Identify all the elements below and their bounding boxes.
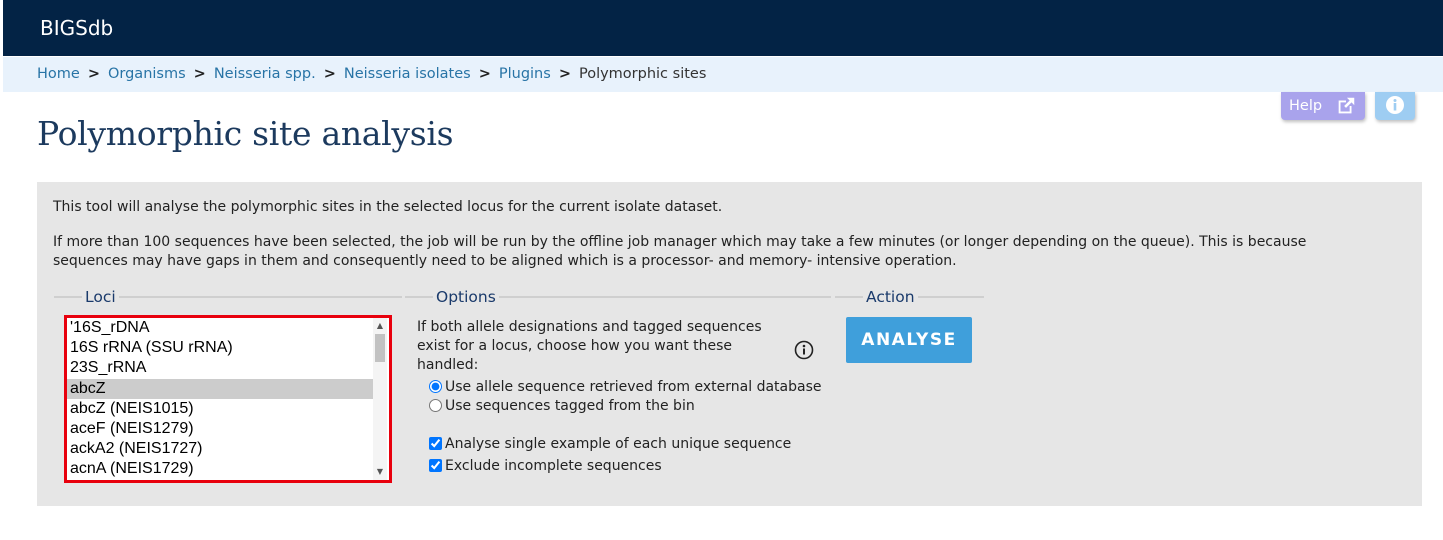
radio-use-allele-sequence[interactable]: Use allele sequence retrieved from exter… bbox=[429, 377, 821, 397]
breadcrumb-separator: > bbox=[323, 66, 336, 82]
list-scrollbar[interactable]: ▲ ▼ bbox=[373, 318, 387, 480]
locus-option[interactable]: 23S_rRNA bbox=[67, 358, 373, 378]
locus-option[interactable]: ackA2 (NEIS1727) bbox=[67, 439, 373, 459]
action-legend: Action bbox=[866, 288, 915, 306]
radio-input[interactable] bbox=[429, 399, 442, 412]
breadcrumb-plugins[interactable]: Plugins bbox=[499, 66, 551, 82]
breadcrumb-current: Polymorphic sites bbox=[578, 66, 707, 82]
info-icon bbox=[1386, 96, 1404, 114]
help-button[interactable]: Help bbox=[1281, 92, 1365, 120]
breadcrumb-separator: > bbox=[558, 66, 571, 82]
radio-input[interactable] bbox=[429, 380, 442, 393]
scroll-thumb[interactable] bbox=[375, 334, 385, 362]
external-link-icon bbox=[1338, 97, 1355, 114]
checkbox-exclude-incomplete[interactable]: Exclude incomplete sequences bbox=[429, 456, 662, 476]
breadcrumb-organisms[interactable]: Organisms bbox=[108, 66, 186, 82]
page-title: Polymorphic site analysis bbox=[37, 114, 454, 153]
top-navbar: BIGSdb bbox=[3, 0, 1443, 56]
scroll-up-arrow-icon[interactable]: ▲ bbox=[373, 320, 387, 332]
scroll-down-arrow-icon[interactable]: ▼ bbox=[373, 466, 387, 478]
locus-option[interactable]: aceF (NEIS1279) bbox=[67, 419, 373, 439]
plugin-panel: This tool will analyse the polymorphic s… bbox=[37, 182, 1422, 506]
locus-option[interactable]: 16S rRNA (SSU rRNA) bbox=[67, 338, 373, 358]
radio-label: Use sequences tagged from the bin bbox=[445, 398, 695, 414]
locus-option[interactable]: '16S_rDNA bbox=[67, 318, 373, 338]
checkbox-label: Exclude incomplete sequences bbox=[445, 458, 662, 474]
breadcrumb-neisseria-spp[interactable]: Neisseria spp. bbox=[214, 66, 316, 82]
locus-option[interactable]: acnA (NEIS1729) bbox=[67, 459, 373, 479]
app-brand[interactable]: BIGSdb bbox=[40, 16, 113, 40]
checkbox-unique-sequence[interactable]: Analyse single example of each unique se… bbox=[429, 434, 791, 454]
loci-legend: Loci bbox=[85, 288, 116, 306]
locus-option-selected[interactable]: abcZ bbox=[67, 378, 373, 399]
loci-select-list[interactable]: '16S_rDNA 16S rRNA (SSU rRNA) 23S_rRNA a… bbox=[64, 315, 392, 483]
radio-use-tagged-sequences[interactable]: Use sequences tagged from the bin bbox=[429, 396, 695, 416]
options-description: If both allele designations and tagged s… bbox=[417, 319, 762, 373]
breadcrumb: Home > Organisms > Neisseria spp. > Neisseria … bbox=[3, 57, 1443, 92]
checkbox-label: Analyse single example of each unique se… bbox=[445, 436, 792, 452]
analyse-button[interactable]: ANALYSE bbox=[846, 317, 972, 363]
breadcrumb-separator: > bbox=[87, 66, 100, 82]
intro-paragraph-2: If more than 100 sequences have been sel… bbox=[53, 234, 1307, 269]
radio-label: Use allele sequence retrieved from exter… bbox=[445, 379, 822, 395]
locus-option[interactable]: abcZ (NEIS1015) bbox=[67, 399, 373, 419]
checkbox-input[interactable] bbox=[429, 437, 442, 450]
info-circle-icon[interactable] bbox=[794, 340, 814, 360]
options-legend: Options bbox=[436, 288, 496, 306]
checkbox-input[interactable] bbox=[429, 459, 442, 472]
info-button[interactable] bbox=[1375, 92, 1415, 120]
help-button-label: Help bbox=[1289, 98, 1323, 114]
breadcrumb-neisseria-isolates[interactable]: Neisseria isolates bbox=[344, 66, 471, 82]
breadcrumb-separator: > bbox=[193, 66, 206, 82]
breadcrumb-separator: > bbox=[478, 66, 491, 82]
intro-paragraph-1: This tool will analyse the polymorphic s… bbox=[53, 199, 723, 215]
breadcrumb-home[interactable]: Home bbox=[37, 66, 80, 82]
